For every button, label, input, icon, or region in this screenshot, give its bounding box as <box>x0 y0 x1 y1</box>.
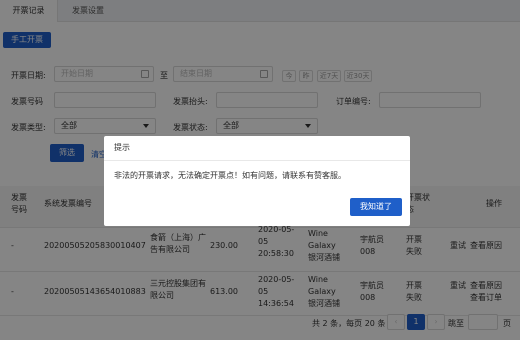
dialog-ok-button[interactable]: 我知道了 <box>350 198 402 216</box>
dialog-message: 非法的开票请求，无法确定开票点！如有问题，请联系有赞客服。 <box>114 171 346 180</box>
dialog-title: 提示 <box>114 143 130 152</box>
dialog-divider <box>104 160 410 161</box>
alert-dialog: 提示 非法的开票请求，无法确定开票点！如有问题，请联系有赞客服。 我知道了 <box>104 136 410 226</box>
